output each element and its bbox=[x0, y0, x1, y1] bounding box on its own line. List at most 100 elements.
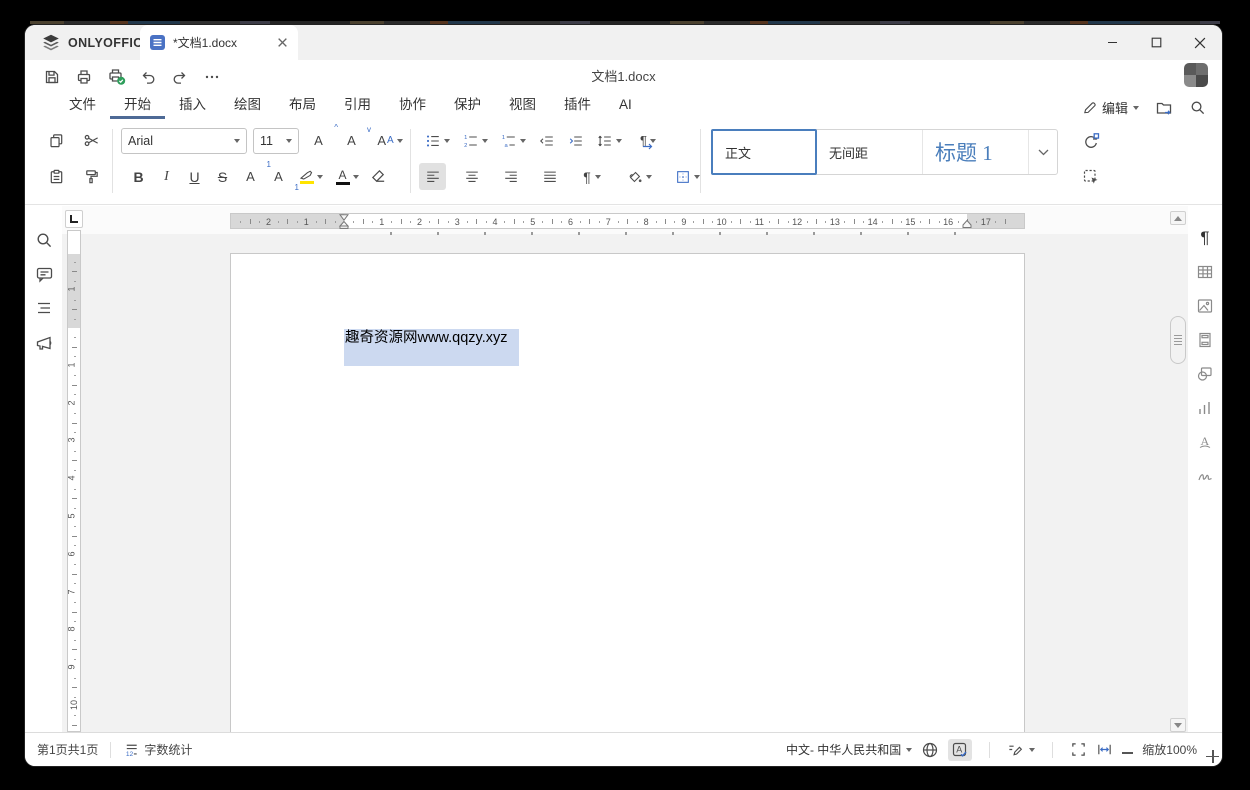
tab-stop-selector[interactable] bbox=[65, 210, 83, 228]
page-count-indicator[interactable]: 第1页共1页 bbox=[37, 741, 98, 758]
image-settings-button[interactable] bbox=[1195, 296, 1215, 316]
paragraph-settings-button[interactable]: ¶ bbox=[1195, 228, 1215, 248]
user-avatar[interactable] bbox=[1184, 63, 1208, 87]
superscript-button[interactable]: A1 bbox=[237, 160, 271, 190]
tab-layout[interactable]: 布局 bbox=[275, 93, 330, 119]
save-icon bbox=[45, 70, 59, 83]
borders-button[interactable] bbox=[669, 163, 705, 190]
style-no-spacing[interactable]: 无间距 bbox=[817, 130, 923, 174]
print-button[interactable] bbox=[69, 64, 99, 90]
table-settings-button[interactable] bbox=[1195, 262, 1215, 282]
header-footer-settings-button[interactable] bbox=[1195, 330, 1215, 350]
redo-button[interactable] bbox=[165, 64, 195, 90]
subscript-button[interactable]: A1 bbox=[265, 163, 299, 192]
line-spacing-button[interactable] bbox=[591, 127, 627, 154]
save-button[interactable] bbox=[37, 64, 67, 90]
document-text[interactable]: 趣奇资源网www.qqzy.xyz bbox=[344, 329, 519, 348]
align-justify-button[interactable] bbox=[536, 163, 563, 190]
tab-draw[interactable]: 绘图 bbox=[220, 93, 275, 119]
minimize-button[interactable] bbox=[1090, 25, 1134, 60]
track-changes-button[interactable] bbox=[1007, 741, 1036, 758]
tab-ai[interactable]: AI bbox=[605, 93, 646, 119]
text-art-settings-button[interactable]: A bbox=[1195, 432, 1215, 452]
bullets-button[interactable] bbox=[419, 127, 455, 154]
language-selector[interactable]: 中文- 中华人民共和国 bbox=[786, 741, 913, 758]
shading-button[interactable] bbox=[621, 163, 657, 190]
set-document-language-button[interactable] bbox=[921, 741, 939, 759]
find-button[interactable] bbox=[34, 230, 54, 250]
fit-to-page-button[interactable] bbox=[1070, 741, 1087, 758]
tab-file[interactable]: 文件 bbox=[55, 93, 110, 119]
tab-collaboration[interactable]: 协作 bbox=[385, 93, 440, 119]
tab-view[interactable]: 视图 bbox=[495, 93, 550, 119]
editing-mode-label: 编辑 bbox=[1101, 101, 1128, 116]
tab-insert[interactable]: 插入 bbox=[165, 93, 220, 119]
replace-button[interactable] bbox=[1077, 127, 1104, 154]
italic-button[interactable]: I bbox=[153, 163, 180, 190]
search-button[interactable] bbox=[1189, 99, 1206, 116]
style-normal[interactable]: 正文 bbox=[711, 129, 817, 175]
numbering-button[interactable]: 12 bbox=[457, 127, 493, 154]
paragraph-move-button[interactable]: ¶ bbox=[629, 127, 667, 154]
shapes-icon bbox=[1197, 367, 1212, 381]
align-right-button[interactable] bbox=[497, 163, 524, 190]
shape-settings-button[interactable] bbox=[1195, 364, 1215, 384]
copy-button[interactable] bbox=[43, 127, 70, 154]
scroll-down-button[interactable] bbox=[1170, 718, 1186, 732]
zoom-out-button[interactable] bbox=[1122, 743, 1134, 757]
bold-button[interactable]: B bbox=[125, 163, 152, 190]
maximize-button[interactable] bbox=[1134, 25, 1178, 60]
style-heading1[interactable]: 标题 1 bbox=[923, 130, 1029, 174]
strikethrough-button[interactable]: S bbox=[209, 163, 236, 190]
format-painter-button[interactable] bbox=[78, 163, 105, 190]
align-center-button[interactable] bbox=[458, 163, 485, 190]
decrease-indent-button[interactable] bbox=[533, 127, 560, 154]
comments-button[interactable] bbox=[34, 264, 54, 284]
feedback-button[interactable] bbox=[34, 333, 54, 353]
signature-settings-button[interactable] bbox=[1195, 466, 1215, 486]
increase-indent-button[interactable] bbox=[562, 127, 589, 154]
selected-text-block[interactable]: 趣奇资源网www.qqzy.xyz bbox=[344, 329, 519, 366]
more-actions-button[interactable] bbox=[197, 64, 227, 90]
scroll-up-button[interactable] bbox=[1170, 211, 1186, 225]
increase-font-size-button[interactable]: A ^ bbox=[305, 123, 338, 154]
editing-mode-dropdown[interactable]: 编辑 bbox=[1082, 98, 1139, 117]
vertical-scrollbar-thumb[interactable] bbox=[1170, 316, 1186, 364]
change-case-button[interactable]: AA bbox=[371, 127, 409, 154]
quick-print-button[interactable] bbox=[101, 64, 131, 90]
document-tab[interactable]: *文档1.docx bbox=[140, 25, 298, 60]
tab-close-icon[interactable] bbox=[277, 37, 288, 48]
zoom-value-label[interactable]: 缩放100% bbox=[1142, 741, 1197, 758]
tab-plugins[interactable]: 插件 bbox=[550, 93, 605, 119]
decrease-font-size-button[interactable]: Av bbox=[338, 125, 371, 154]
fit-to-width-button[interactable] bbox=[1096, 741, 1113, 758]
clear-style-button[interactable] bbox=[365, 163, 392, 190]
spell-check-toggle[interactable]: A bbox=[948, 738, 973, 761]
nonprinting-characters-button[interactable]: ¶ bbox=[575, 163, 609, 190]
right-indent-marker[interactable] bbox=[962, 220, 972, 228]
tab-references[interactable]: 引用 bbox=[330, 93, 385, 119]
font-color-button[interactable]: A bbox=[330, 163, 364, 190]
headings-navigation-button[interactable] bbox=[34, 298, 54, 318]
header-footer-icon bbox=[1199, 332, 1211, 348]
styles-gallery-expand-button[interactable] bbox=[1029, 130, 1057, 174]
word-count-button[interactable]: 字数统计 bbox=[144, 741, 192, 758]
paste-button[interactable] bbox=[43, 163, 70, 190]
open-file-location-button[interactable] bbox=[1155, 99, 1173, 117]
document-page[interactable]: 趣奇资源网www.qqzy.xyz bbox=[230, 253, 1025, 732]
align-left-button[interactable] bbox=[419, 163, 446, 190]
indent-markers[interactable] bbox=[339, 214, 349, 229]
multilevel-list-button[interactable]: 1a bbox=[495, 127, 531, 154]
tab-protection[interactable]: 保护 bbox=[440, 93, 495, 119]
underline-button[interactable]: U bbox=[181, 163, 208, 190]
vertical-ruler[interactable]: 1 1 2 3 4 5 6 7 8 9 10 bbox=[67, 230, 81, 732]
font-size-select[interactable]: 11 bbox=[253, 127, 299, 154]
font-name-select[interactable]: Arial bbox=[121, 127, 247, 154]
chart-settings-button[interactable] bbox=[1195, 398, 1215, 418]
undo-button[interactable] bbox=[133, 64, 163, 90]
select-all-button[interactable] bbox=[1077, 163, 1104, 190]
cut-button[interactable] bbox=[78, 127, 105, 154]
close-button[interactable] bbox=[1178, 25, 1222, 60]
horizontal-ruler[interactable]: 2 1 1 2 3 4 5 6 7 8 9 10 11 12 13 14 15 16 17 bbox=[230, 213, 1025, 229]
tab-home[interactable]: 开始 bbox=[110, 93, 165, 119]
